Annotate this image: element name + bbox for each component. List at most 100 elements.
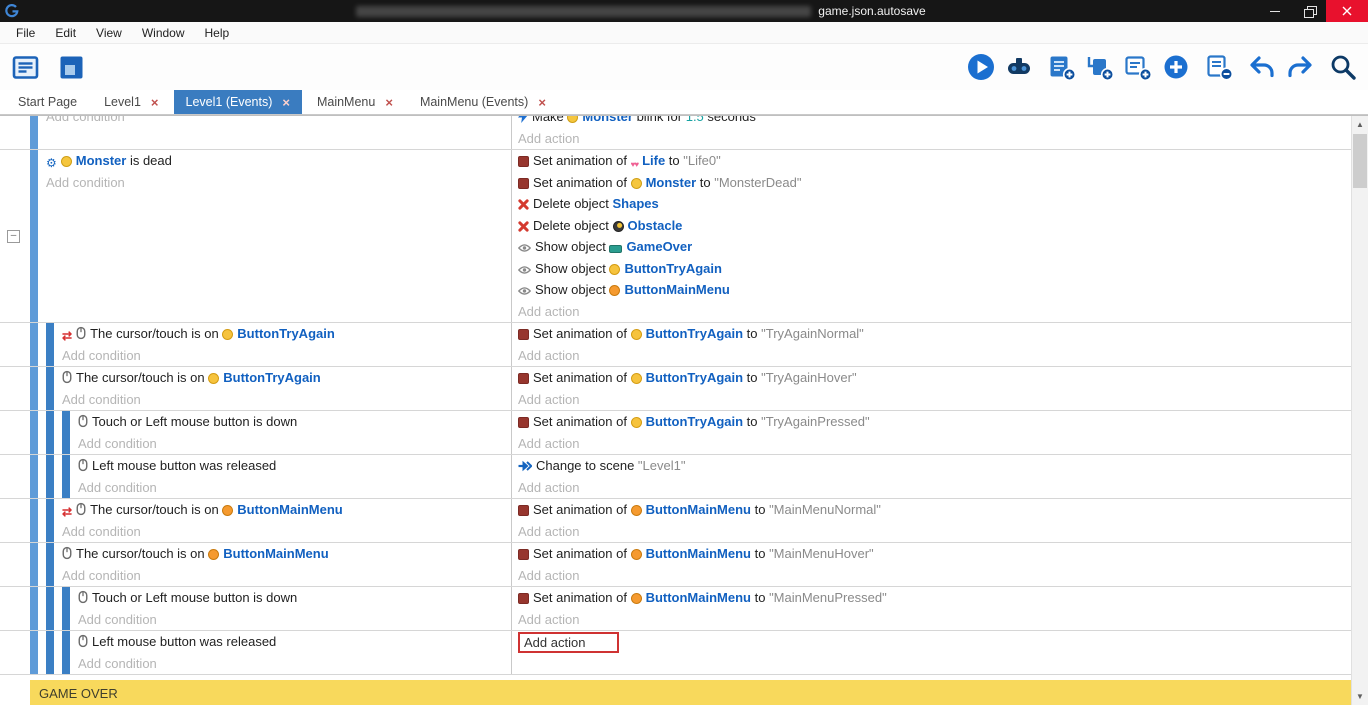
add-action-line: Add action: [518, 433, 1351, 455]
action[interactable]: Set animation of ButtonTryAgain to "TryA…: [518, 411, 1351, 433]
conditions-cell: Add condition: [0, 116, 512, 149]
action[interactable]: Set animation of ButtonMainMenu to "Main…: [518, 543, 1351, 565]
add-action-button[interactable]: Add action: [518, 632, 619, 653]
toolbar-group: [1204, 52, 1234, 82]
tab-level1-events[interactable]: Level1 (Events)×: [174, 90, 302, 114]
app-logo-icon: [0, 4, 24, 18]
add-action-button[interactable]: Add action: [518, 348, 579, 363]
menu-item-edit[interactable]: Edit: [45, 22, 86, 44]
add-action-button[interactable]: Add action: [518, 612, 579, 627]
action[interactable]: Change to scene "Level1": [518, 455, 1351, 477]
tab-level1[interactable]: Level1×: [92, 90, 170, 114]
delete-event-icon[interactable]: [1204, 52, 1234, 82]
close-tab-icon[interactable]: ×: [538, 96, 546, 109]
add-condition-button[interactable]: Add condition: [78, 433, 511, 455]
add-action-button[interactable]: Add action: [518, 304, 579, 319]
menu-item-file[interactable]: File: [6, 22, 45, 44]
add-action-button[interactable]: Add action: [518, 436, 579, 451]
tab-start-page[interactable]: Start Page: [6, 90, 89, 114]
text-segment: Touch or Left mouse button is down: [92, 414, 297, 429]
condition[interactable]: The cursor/touch is on ButtonMainMenu: [62, 543, 511, 565]
object-ref: ButtonTryAgain: [646, 414, 744, 429]
text-segment: Set animation of: [533, 546, 631, 561]
text-segment: Set animation of: [533, 326, 631, 341]
condition[interactable]: Left mouse button was released: [78, 631, 511, 653]
add-condition-button[interactable]: Add condition: [62, 345, 511, 367]
add-subevent-icon[interactable]: [1085, 52, 1115, 82]
condition[interactable]: ⇄The cursor/touch is on ButtonTryAgain: [62, 323, 511, 345]
minimize-button[interactable]: [1258, 0, 1292, 22]
vertical-scrollbar[interactable]: ▲ ▼: [1351, 116, 1368, 705]
add-action-button[interactable]: Add action: [518, 131, 579, 146]
restore-button[interactable]: [1292, 0, 1326, 22]
scroll-up-button[interactable]: ▲: [1352, 116, 1368, 133]
add-condition-button[interactable]: Add condition: [46, 172, 511, 194]
object-ref: Monster: [76, 153, 127, 168]
add-condition-button[interactable]: Add condition: [62, 389, 511, 411]
close-button[interactable]: [1326, 0, 1368, 22]
add-condition-button[interactable]: Add condition: [78, 609, 511, 631]
condition[interactable]: ⇄The cursor/touch is on ButtonMainMenu: [62, 499, 511, 521]
export-project-icon[interactable]: [56, 52, 86, 82]
action[interactable]: Set animation of ♥♥Life to "Life0": [518, 150, 1351, 172]
add-comment-icon[interactable]: [1123, 52, 1153, 82]
menu-item-help[interactable]: Help: [195, 22, 240, 44]
menu-item-window[interactable]: Window: [132, 22, 195, 44]
add-action-button[interactable]: Add action: [518, 524, 579, 539]
add-condition-button[interactable]: Add condition: [62, 521, 511, 543]
condition[interactable]: Left mouse button was released: [78, 455, 511, 477]
scrollbar-thumb[interactable]: [1353, 134, 1367, 188]
text-segment: Delete object: [533, 218, 613, 233]
add-condition-button[interactable]: Add condition: [78, 653, 511, 675]
redo-icon[interactable]: [1285, 52, 1315, 82]
collapse-toggle-icon[interactable]: –: [7, 230, 20, 243]
project-manager-icon[interactable]: [10, 52, 40, 82]
tab-bar: Start PageLevel1×Level1 (Events)×MainMen…: [0, 90, 1368, 115]
action[interactable]: Set animation of ButtonTryAgain to "TryA…: [518, 323, 1351, 345]
button-orange-icon: [609, 285, 620, 296]
action[interactable]: Set animation of ButtonMainMenu to "Main…: [518, 587, 1351, 609]
conditions-content: The cursor/touch is on ButtonTryAgainAdd…: [62, 367, 511, 410]
preview-icon[interactable]: [966, 52, 996, 82]
actions-cell: Set animation of ♥♥Life to "Life0"Set an…: [512, 150, 1351, 322]
tab-mainmenu-events[interactable]: MainMenu (Events)×: [408, 90, 558, 114]
menu-item-view[interactable]: View: [86, 22, 132, 44]
add-other-event-icon[interactable]: [1161, 52, 1191, 82]
close-tab-icon[interactable]: ×: [385, 96, 393, 109]
object-ref: Obstacle: [628, 218, 683, 233]
search-icon[interactable]: [1328, 52, 1358, 82]
tab-mainmenu[interactable]: MainMenu×: [305, 90, 405, 114]
action[interactable]: Set animation of ButtonTryAgain to "TryA…: [518, 367, 1351, 389]
action[interactable]: Set animation of Monster to "MonsterDead…: [518, 172, 1351, 194]
action[interactable]: Show object ButtonTryAgain: [518, 258, 1351, 280]
add-action-button[interactable]: Add action: [518, 392, 579, 407]
show-icon: [518, 265, 531, 275]
action[interactable]: Show object GameOver: [518, 236, 1351, 258]
condition[interactable]: ⚙Monster is dead: [46, 150, 511, 172]
add-event-icon[interactable]: [1047, 52, 1077, 82]
comment-row[interactable]: GAME OVER: [30, 680, 1351, 705]
indent-bar: [46, 323, 54, 366]
debug-icon[interactable]: [1004, 52, 1034, 82]
add-condition-button[interactable]: Add condition: [78, 477, 511, 499]
object-ref: ButtonTryAgain: [646, 326, 744, 341]
condition[interactable]: The cursor/touch is on ButtonTryAgain: [62, 367, 511, 389]
undo-icon[interactable]: [1247, 52, 1277, 82]
condition[interactable]: Touch or Left mouse button is down: [78, 587, 511, 609]
add-action-button[interactable]: Add action: [518, 480, 579, 495]
add-condition-button[interactable]: Add condition: [62, 565, 511, 587]
action[interactable]: Delete object Shapes: [518, 193, 1351, 215]
button-yellow-icon: [609, 264, 620, 275]
indent-bar: [30, 543, 38, 586]
action[interactable]: Delete object Obstacle: [518, 215, 1351, 237]
value-text: "MainMenuNormal": [769, 502, 881, 517]
condition[interactable]: Touch or Left mouse button is down: [78, 411, 511, 433]
close-tab-icon[interactable]: ×: [282, 96, 290, 109]
action[interactable]: Show object ButtonMainMenu: [518, 279, 1351, 301]
add-action-button[interactable]: Add action: [518, 568, 579, 583]
close-tab-icon[interactable]: ×: [151, 96, 159, 109]
scroll-down-button[interactable]: ▼: [1352, 688, 1368, 705]
action[interactable]: Make Monster blink for 1.5 seconds: [518, 116, 1351, 128]
action[interactable]: Set animation of ButtonMainMenu to "Main…: [518, 499, 1351, 521]
add-condition-button[interactable]: Add condition: [46, 116, 511, 128]
